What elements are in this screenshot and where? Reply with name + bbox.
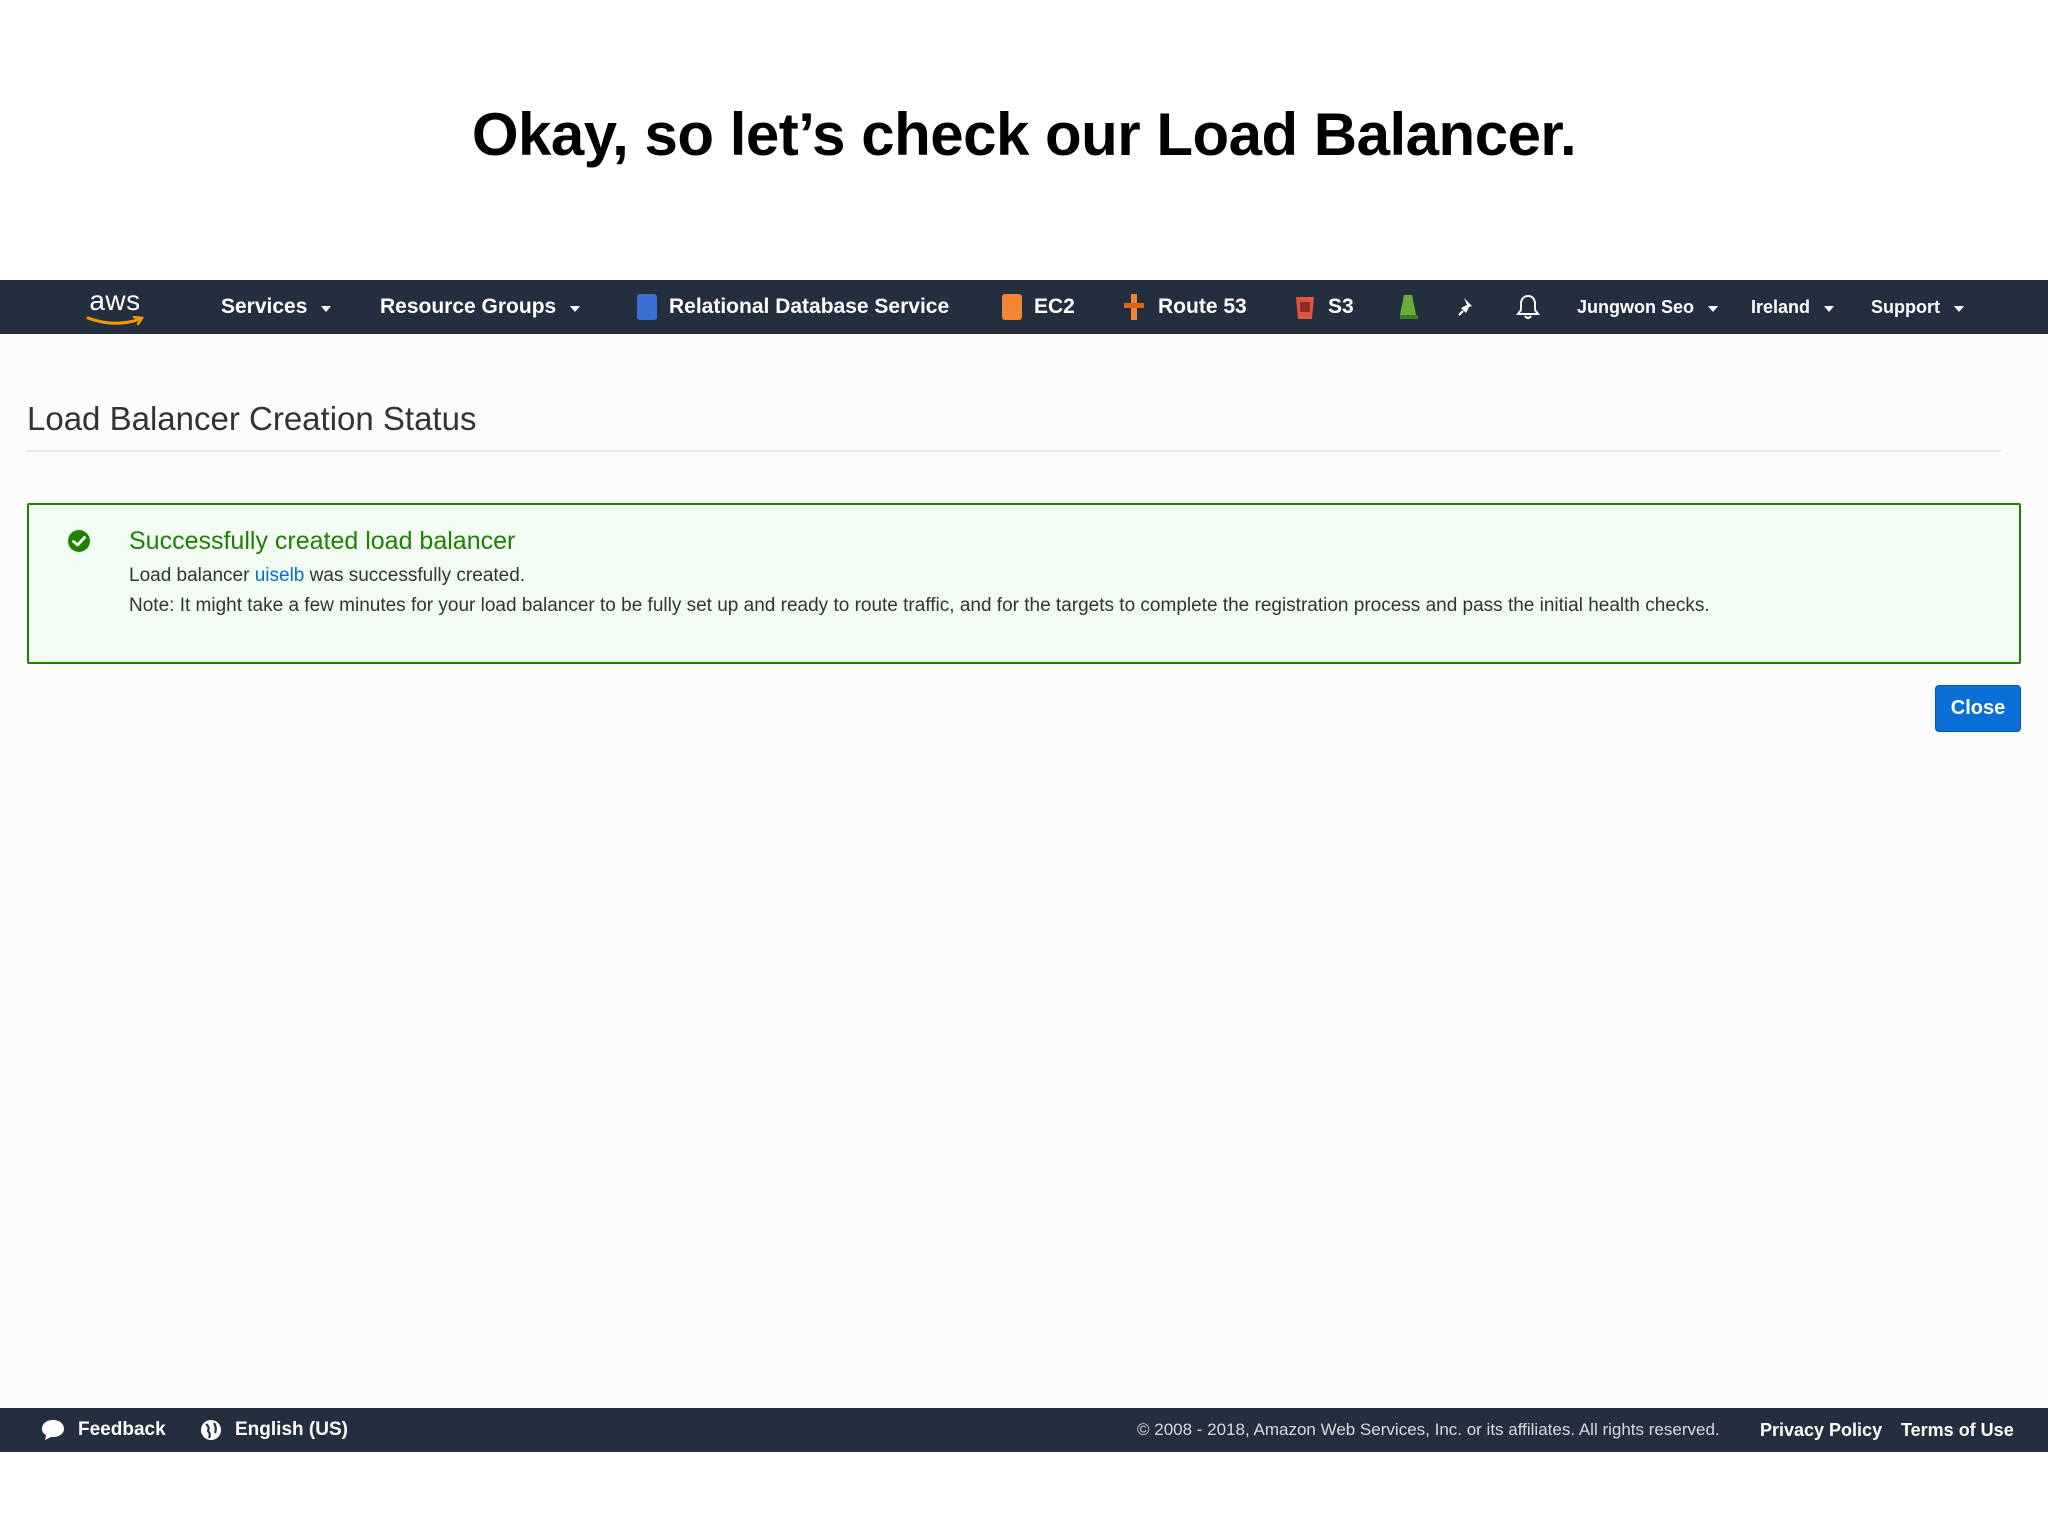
route53-icon <box>1124 294 1144 320</box>
shortcut-ec2[interactable]: EC2 <box>1002 280 1075 334</box>
chevron-down-icon <box>1824 305 1835 312</box>
language-selector[interactable]: English (US) <box>199 1408 348 1452</box>
close-button[interactable]: Close <box>1935 685 2021 732</box>
support-label: Support <box>1871 296 1940 317</box>
copyright: © 2008 - 2018, Amazon Web Services, Inc.… <box>1137 1420 1720 1439</box>
shortcut-route53[interactable]: Route 53 <box>1122 280 1247 334</box>
success-title: Successfully created load balancer <box>129 527 516 555</box>
chevron-down-icon <box>321 305 332 312</box>
elastic-beanstalk-icon <box>1400 295 1418 319</box>
load-balancer-link[interactable]: uiselb <box>255 565 305 586</box>
aws-logo-text: aws <box>89 285 141 316</box>
footer: Feedback English (US) © 2008 - 2018, Ama… <box>0 1408 2048 1452</box>
pin-icon <box>1458 298 1472 316</box>
chevron-down-icon <box>1708 305 1718 312</box>
shortcut-s3-label: S3 <box>1328 295 1354 318</box>
rds-icon <box>637 294 657 320</box>
resource-groups-menu[interactable]: Resource Groups <box>380 280 581 334</box>
terms-of-use-link[interactable]: Terms of Use <box>1901 1408 2014 1452</box>
success-note: Note: It might take a few minutes for yo… <box>129 595 1710 616</box>
shortcut-route53-label: Route 53 <box>1158 295 1247 318</box>
region-menu[interactable]: Ireland <box>1751 280 1835 334</box>
notifications-button[interactable] <box>1515 280 1541 334</box>
aws-smile-icon <box>86 316 144 326</box>
feedback-label: Feedback <box>78 1419 166 1440</box>
chevron-down-icon <box>570 305 581 312</box>
success-message-prefix: Load balancer <box>129 565 250 586</box>
resource-groups-label: Resource Groups <box>380 295 557 318</box>
globe-icon <box>201 1420 221 1440</box>
shortcut-rds-label: Relational Database Service <box>669 295 950 318</box>
aws-logo[interactable]: aws <box>84 286 146 328</box>
page-title: Load Balancer Creation Status <box>27 400 477 437</box>
shortcut-ec2-label: EC2 <box>1034 295 1075 318</box>
bell-icon <box>1516 294 1540 319</box>
language-label: English (US) <box>235 1419 348 1440</box>
success-message: Load balancer uiselb was successfully cr… <box>129 565 525 587</box>
shortcut-elastic-beanstalk[interactable] <box>1398 280 1420 334</box>
privacy-policy-link[interactable]: Privacy Policy <box>1760 1408 1882 1452</box>
services-menu[interactable]: Services <box>221 280 332 334</box>
s3-icon <box>1296 297 1314 319</box>
shortcut-rds[interactable]: Relational Database Service <box>637 280 949 334</box>
support-menu[interactable]: Support <box>1871 280 1964 334</box>
user-name: Jungwon Seo <box>1577 296 1694 317</box>
divider <box>27 450 2001 452</box>
success-alert: Successfully created load balancer Load … <box>27 503 2021 664</box>
success-check-icon <box>68 530 90 552</box>
pin-button[interactable] <box>1456 280 1478 334</box>
feedback-link[interactable]: Feedback <box>40 1408 166 1452</box>
region-name: Ireland <box>1751 296 1811 317</box>
ec2-icon <box>1002 294 1022 320</box>
user-menu[interactable]: Jungwon Seo <box>1577 280 1718 334</box>
chevron-down-icon <box>1954 305 1964 312</box>
main-content: Load Balancer Creation Status Successful… <box>0 334 2048 1408</box>
slide-title: Okay, so let’s check our Load Balancer. <box>471 101 1577 168</box>
speech-bubble-icon <box>42 1420 64 1440</box>
success-message-suffix: was successfully created. <box>309 565 526 586</box>
shortcut-s3[interactable]: S3 <box>1294 280 1354 334</box>
top-nav: aws Services Resource Groups Relational … <box>0 280 2048 334</box>
services-label: Services <box>221 295 308 318</box>
